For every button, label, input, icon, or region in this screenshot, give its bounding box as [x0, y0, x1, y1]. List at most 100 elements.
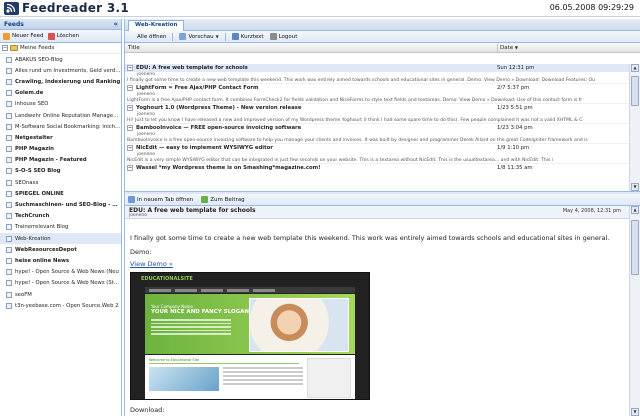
item-row[interactable]: − LightForm = Free Ajax/PHP Contact Form 2…	[125, 84, 629, 92]
item-title: LightForm = Free Ajax/PHP Contact Form	[136, 85, 259, 91]
short-text-toggle[interactable]: Kurztext	[231, 33, 264, 40]
feed-icon	[6, 157, 12, 164]
collapse-left-icon[interactable]: «	[113, 20, 118, 28]
open-all-button[interactable]: Alle öffnen	[137, 34, 166, 40]
row-collapse-icon[interactable]: −	[127, 85, 133, 91]
feed-item-label: hype! - Open Source & Web News (Start	[15, 280, 121, 287]
feed-item-label: Web-Kreation	[15, 235, 51, 242]
feed-item[interactable]: PHP Magazin - Featured	[0, 155, 121, 166]
feed-item[interactable]: TechCrunch	[0, 211, 121, 222]
column-date-label: Date	[500, 45, 514, 51]
feeds-panel-header: Feeds «	[0, 19, 121, 30]
delete-feed-button[interactable]: Löschen	[47, 32, 79, 40]
feed-item[interactable]: Alles rund um Investments, Geld verdiene…	[0, 65, 121, 76]
feed-item[interactable]: Golem.de	[0, 88, 121, 99]
feed-item[interactable]: Crawling, Indexierung und Ranking	[0, 76, 121, 87]
open-new-tab-label: In neuem Tab öffnen	[137, 196, 194, 203]
scroll-thumb[interactable]	[631, 76, 639, 106]
tree-root-my-feeds[interactable]: − Meine Feeds	[0, 43, 121, 54]
to-post-label: Zum Beitrag	[210, 196, 245, 203]
feed-item[interactable]: hype! - Open Source & Web News (Neu	[0, 267, 121, 278]
preview-title[interactable]: EDU: A free web template for schools	[129, 207, 256, 214]
feed-icon	[6, 202, 12, 209]
preview-paragraph: I finally got some time to create a new …	[130, 234, 610, 242]
items-scrollbar[interactable]: ▲ ▼	[629, 64, 640, 191]
feed-icon	[6, 101, 12, 108]
site-nav-item	[227, 288, 249, 292]
preview-scrollbar[interactable]: ▲ ▼	[629, 206, 640, 416]
feed-item[interactable]: PHP Magazin	[0, 144, 121, 155]
feed-item[interactable]: S-O-S SEO Blog	[0, 166, 121, 177]
feed-icon	[6, 235, 12, 242]
item-date: 1/9 1:10 pm	[497, 145, 530, 151]
item-row[interactable]: − Yoghourt 1.0 (Wordpress Theme) - New ve…	[125, 104, 629, 112]
item-snippet: BambooInvoice is a free open-source invo…	[125, 137, 629, 144]
feed-icon	[6, 112, 12, 119]
feed-item-label: SEOnaxs	[15, 179, 39, 186]
delete-icon	[47, 32, 55, 40]
feed-item[interactable]: heise online News	[0, 255, 121, 266]
tree-collapse-icon[interactable]: −	[2, 45, 8, 51]
feed-item[interactable]: SPIEGEL ONLINE	[0, 188, 121, 199]
feed-item[interactable]: Netgestalter	[0, 132, 121, 143]
site-nav-item	[149, 288, 171, 292]
feeds-panel: Feeds « Neuer Feed Löschen − Meine Feeds…	[0, 19, 122, 416]
view-demo-link[interactable]: View Demo »	[130, 260, 173, 268]
feed-icon	[6, 123, 12, 130]
site-slogan: YOUR NICE AND FANCY SLOGAN	[151, 309, 250, 315]
site-hero-text	[151, 319, 231, 337]
row-collapse-icon[interactable]: −	[127, 125, 133, 131]
feed-item[interactable]: Landwehr Online Reputation Management	[0, 110, 121, 121]
feed-item-label: WebResourcesDepot	[15, 246, 77, 253]
feed-item[interactable]: Suchmaschinen- und SEO-Blog - SIS	[0, 199, 121, 210]
feed-item[interactable]: hype! - Open Source & Web News (Start	[0, 278, 121, 289]
chevron-down-icon: ▼	[215, 34, 219, 39]
open-all-label: Alle öffnen	[137, 33, 167, 40]
feed-item-label: PHP Magazin - Featured	[15, 157, 87, 164]
toolbar-separator	[172, 32, 174, 41]
new-feed-button[interactable]: Neuer Feed	[3, 32, 44, 40]
feed-item-label: S-O-S SEO Blog	[15, 168, 61, 175]
feed-item[interactable]: seoFM	[0, 289, 121, 300]
feed-item-label: Golem.de	[15, 90, 44, 97]
preview-dropdown-button[interactable]: Vorschau ▼	[179, 33, 219, 40]
scroll-down-icon[interactable]: ▼	[631, 408, 639, 416]
row-collapse-icon[interactable]: −	[127, 145, 133, 151]
feed-item[interactable]: ABAKUS SEO-Blog	[0, 54, 121, 65]
column-date[interactable]: Date ▼	[497, 44, 627, 53]
site-nav-item	[175, 288, 197, 292]
scroll-down-icon[interactable]: ▼	[631, 183, 639, 191]
feed-item[interactable]: Inhouse SEO	[0, 99, 121, 110]
download-label: Download:	[130, 406, 165, 414]
to-post-button[interactable]: Zum Beitrag	[201, 196, 245, 203]
feed-icon	[6, 146, 12, 153]
feed-icon	[6, 190, 12, 197]
item-row[interactable]: − BambooInvoice — FREE open-source invoic…	[125, 124, 629, 132]
scroll-thumb[interactable]	[631, 220, 639, 275]
tab-web-kreation[interactable]: Web-Kreation	[128, 20, 185, 31]
row-collapse-icon[interactable]: −	[127, 165, 133, 171]
item-row[interactable]: − NicEdit — easy to implement WYSIWYG edi…	[125, 144, 629, 152]
scroll-up-icon[interactable]: ▲	[631, 206, 639, 214]
tab-strip: Web-Kreation	[125, 19, 640, 31]
feed-item[interactable]: WebResourcesDepot	[0, 244, 121, 255]
sort-desc-icon: ▼	[514, 45, 518, 50]
link-icon	[201, 196, 209, 203]
logout-button[interactable]: Logout	[269, 33, 297, 40]
row-collapse-icon[interactable]: −	[127, 65, 133, 71]
feed-item[interactable]: M-Software Social Bookmarking: inichael	[0, 121, 121, 132]
row-collapse-icon[interactable]: −	[127, 105, 133, 111]
feed-item[interactable]: Web-Kreation	[0, 233, 121, 245]
feed-icon	[6, 257, 12, 264]
feed-item[interactable]: Trainerrelevant Blog	[0, 222, 121, 233]
feed-item[interactable]: t3n-yeebase.com - Open Source,Web 2	[0, 300, 121, 311]
open-new-tab-button[interactable]: In neuem Tab öffnen	[128, 196, 193, 203]
item-row[interactable]: − Wassel *my Wordpress theme is on Smashi…	[125, 164, 629, 172]
feed-item[interactable]: SEOnaxs	[0, 177, 121, 188]
column-title[interactable]: Title	[128, 45, 140, 51]
items-toolbar: Alle öffnen Vorschau ▼ Kurztext Logout	[125, 31, 640, 43]
item-row[interactable]: − EDU: A free web template for schools Sun…	[125, 64, 629, 72]
new-tab-icon	[128, 196, 135, 203]
rss-logo-icon	[4, 2, 19, 15]
scroll-up-icon[interactable]: ▲	[631, 64, 639, 72]
